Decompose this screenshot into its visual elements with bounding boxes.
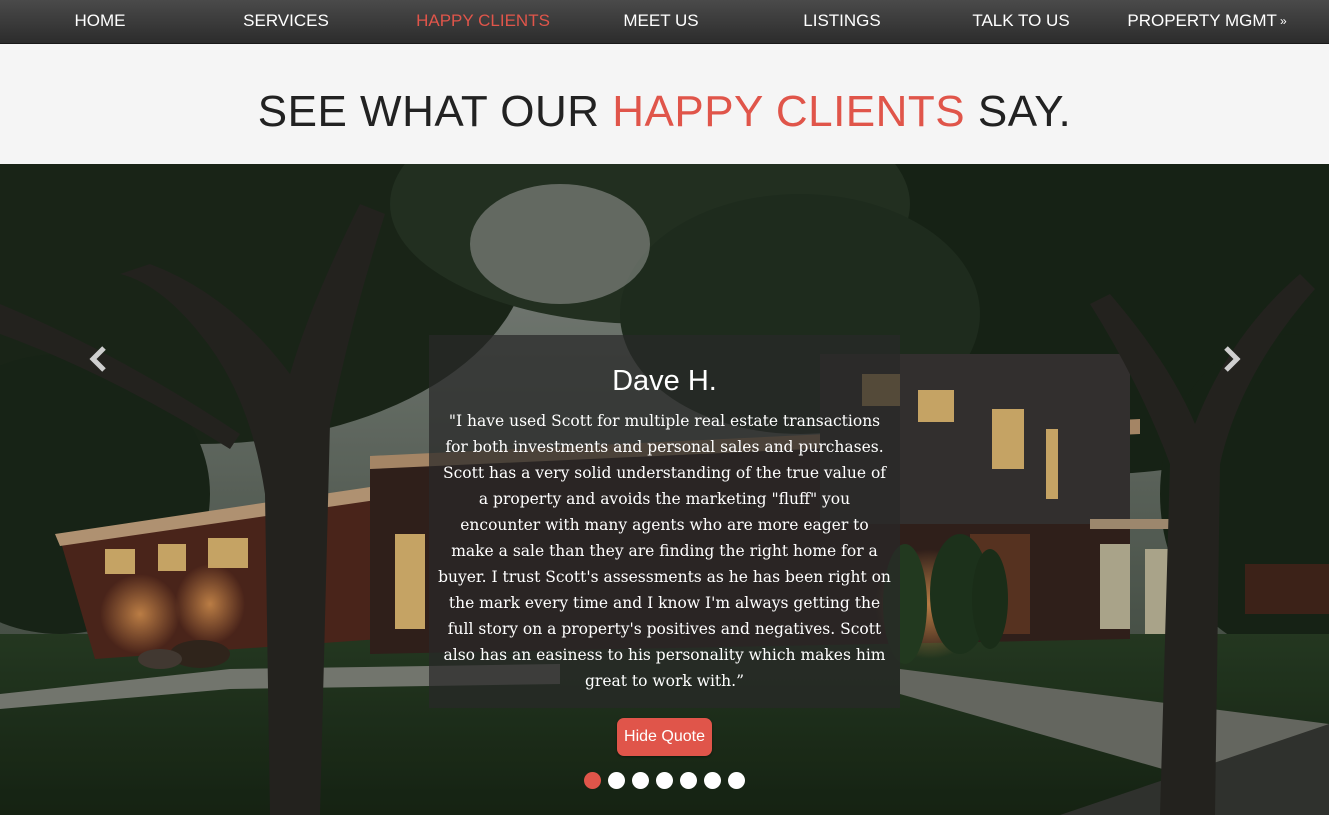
testimonial-author: Dave H. [612,365,717,397]
hide-quote-button[interactable]: Hide Quote [617,718,712,756]
nav-services[interactable]: SERVICES [243,0,329,43]
carousel-dot[interactable] [704,772,721,789]
testimonial-card: Dave H. "I have used Scott for multiple … [429,335,900,708]
carousel-dot[interactable] [680,772,697,789]
nav-meet-us[interactable]: MEET US [623,0,698,43]
carousel-dot[interactable] [632,772,649,789]
carousel-dot[interactable] [608,772,625,789]
chevron-right-icon [1224,346,1241,372]
page-title-pre: SEE WHAT OUR [257,87,613,136]
double-chevron-down-icon: » [1279,14,1287,28]
next-slide-button[interactable] [1216,344,1246,374]
nav-listings[interactable]: LISTINGS [803,0,880,43]
nav-property-mgmt[interactable]: PROPERTY MGMT» [1127,0,1286,43]
nav-happy-clients[interactable]: HAPPY CLIENTS [416,0,550,43]
hero-carousel: Dave H. "I have used Scott for multiple … [0,164,1329,815]
page-title-accent: HAPPY CLIENTS [612,87,966,136]
nav-property-mgmt-label: PROPERTY MGMT [1127,11,1277,30]
nav-talk-to-us[interactable]: TALK TO US [972,0,1069,43]
carousel-dot[interactable] [584,772,601,789]
prev-slide-button[interactable] [84,344,114,374]
top-nav: HOME SERVICES HAPPY CLIENTS MEET US LIST… [0,0,1329,44]
page-title-post: SAY. [965,87,1072,136]
nav-home[interactable]: HOME [75,0,126,43]
page-title: SEE WHAT OUR HAPPY CLIENTS SAY. [0,90,1329,134]
carousel-dot[interactable] [728,772,745,789]
carousel-dot[interactable] [656,772,673,789]
testimonial-quote: "I have used Scott for multiple real est… [438,412,891,690]
chevron-left-icon [89,346,106,372]
